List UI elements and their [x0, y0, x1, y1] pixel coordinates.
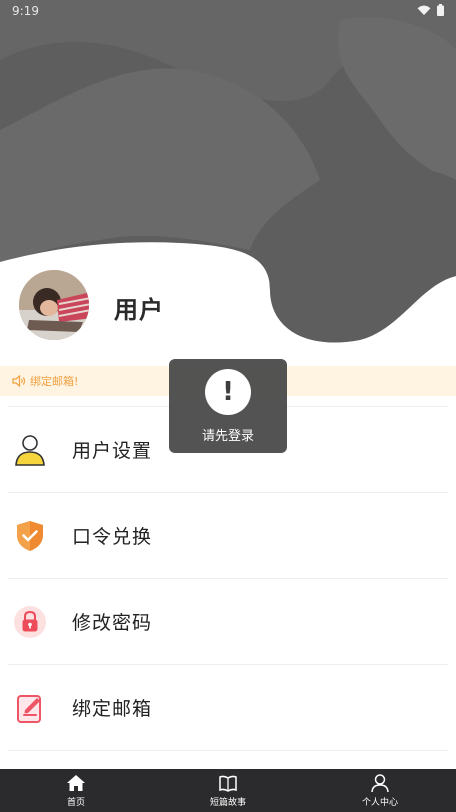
menu-item-label: 绑定邮箱	[72, 698, 153, 720]
notice-text: 绑定邮箱!	[30, 375, 79, 388]
menu-item-label: 用户设置	[72, 440, 153, 462]
battery-icon	[437, 4, 444, 16]
nav-item-stories[interactable]: 短篇故事	[152, 769, 304, 812]
wifi-icon	[417, 5, 431, 15]
nav-label: 首页	[66, 798, 85, 808]
edit-icon	[17, 694, 41, 723]
nav-item-profile[interactable]: 个人中心	[304, 769, 456, 812]
nav-label: 个人中心	[361, 798, 398, 808]
menu-item-label: 口令兑换	[72, 526, 153, 548]
toast-text: 请先登录	[201, 429, 254, 444]
exclamation-icon: !	[205, 369, 251, 415]
nav-item-home[interactable]: 首页	[0, 769, 152, 812]
menu-list: 用户设置 口令兑换 修改密码 绑定邮箱	[0, 406, 456, 751]
toast: ! 请先登录	[169, 359, 287, 453]
home-icon	[67, 775, 85, 791]
username: 用户	[114, 296, 164, 324]
menu-item-label: 修改密码	[72, 612, 153, 634]
speaker-icon	[12, 375, 26, 387]
shield-check-icon	[17, 520, 43, 551]
status-time: 9:19	[12, 4, 39, 18]
nav-label: 短篇故事	[209, 798, 246, 808]
status-bar: 9:19	[0, 0, 456, 22]
lock-icon	[14, 605, 46, 638]
bottom-nav: 首页 短篇故事 个人中心	[0, 769, 456, 812]
avatar[interactable]	[17, 268, 91, 342]
menu-item-bind-email[interactable]: 绑定邮箱	[0, 665, 456, 750]
book-icon	[219, 775, 237, 792]
user-icon	[15, 434, 45, 466]
menu-item-code-redeem[interactable]: 口令兑换	[0, 493, 456, 578]
divider	[8, 750, 448, 751]
status-icons	[417, 4, 444, 16]
person-icon	[371, 774, 389, 793]
menu-item-change-password[interactable]: 修改密码	[0, 579, 456, 664]
